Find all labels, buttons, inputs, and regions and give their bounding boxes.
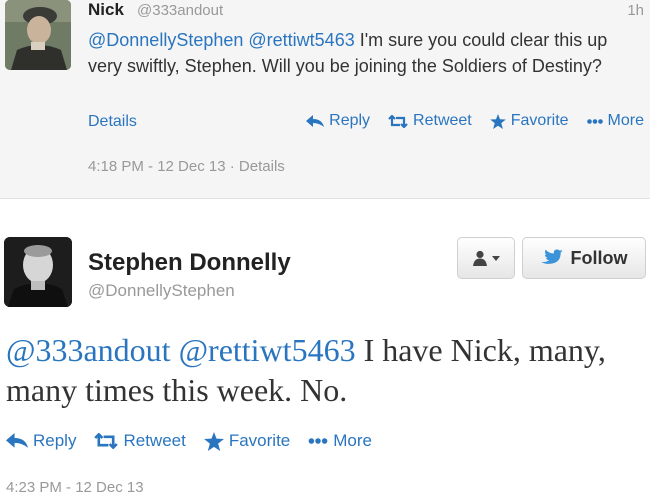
tweet-text: @333andout @rettiwt5463 I have Nick, man…: [6, 330, 646, 410]
tweet-actions: Reply Retweet Favorite More: [6, 431, 372, 451]
mention-link[interactable]: @rettiwt5463: [248, 30, 354, 50]
timestamp-separator: ·: [225, 158, 239, 175]
star-icon: [203, 431, 224, 451]
more-label: More: [607, 112, 644, 129]
mention-link[interactable]: @rettiwt5463: [179, 332, 356, 368]
more-button[interactable]: More: [308, 431, 372, 451]
favorite-button[interactable]: Favorite: [203, 431, 291, 451]
retweet-button[interactable]: Retweet: [388, 112, 472, 130]
tweet-actions: Reply Retweet Favorite More: [306, 112, 644, 130]
user-name[interactable]: Stephen Donnelly: [88, 249, 291, 277]
retweet-label: Retweet: [123, 431, 186, 450]
user-name[interactable]: Nick: [88, 0, 124, 20]
reply-button[interactable]: Reply: [306, 112, 370, 130]
retweet-button[interactable]: Retweet: [94, 431, 186, 451]
twitter-bird-icon: [540, 249, 563, 264]
follow-label: Follow: [570, 247, 628, 268]
favorite-label: Favorite: [510, 112, 569, 129]
user-actions-button[interactable]: [457, 237, 515, 279]
reply-arrow-icon: [6, 433, 28, 448]
more-label: More: [333, 431, 372, 450]
mention-link[interactable]: @DonnellyStephen: [88, 30, 243, 50]
chevron-down-icon: [491, 255, 500, 261]
reply-button[interactable]: Reply: [6, 431, 76, 451]
more-button[interactable]: More: [586, 112, 644, 130]
favorite-button[interactable]: Favorite: [489, 112, 569, 130]
favorite-label: Favorite: [228, 431, 291, 450]
timestamp-details-link[interactable]: Details: [239, 158, 285, 175]
tweet-reply-panel: Nick @333andout 1h @DonnellyStephen @ret…: [0, 0, 650, 199]
timestamp-link[interactable]: 4:18 PM - 12 Dec 13: [88, 158, 226, 175]
reply-arrow-icon: [306, 114, 325, 127]
user-handle[interactable]: @333andout: [137, 2, 223, 19]
avatar[interactable]: [4, 237, 72, 307]
tweet-text: @DonnellyStephen @rettiwt5463 I'm sure y…: [88, 27, 638, 79]
retweet-icon: [388, 114, 408, 128]
dots-icon: [586, 118, 603, 124]
dots-icon: [308, 438, 328, 444]
user-icon: [472, 250, 487, 266]
timestamp[interactable]: 4:23 PM - 12 Dec 13: [6, 479, 144, 496]
star-icon: [489, 113, 506, 129]
timestamp: 4:18 PM - 12 Dec 13 · Details: [88, 158, 285, 175]
user-handle[interactable]: @DonnellyStephen: [88, 281, 235, 301]
mention-link[interactable]: @333andout: [6, 332, 171, 368]
details-link[interactable]: Details: [88, 113, 137, 131]
retweet-icon: [94, 433, 119, 449]
tweet-time[interactable]: 1h: [627, 2, 644, 19]
avatar[interactable]: [5, 0, 71, 70]
retweet-label: Retweet: [413, 112, 472, 129]
reply-label: Reply: [33, 431, 77, 450]
follow-button[interactable]: Follow: [522, 237, 646, 279]
reply-label: Reply: [329, 112, 371, 129]
